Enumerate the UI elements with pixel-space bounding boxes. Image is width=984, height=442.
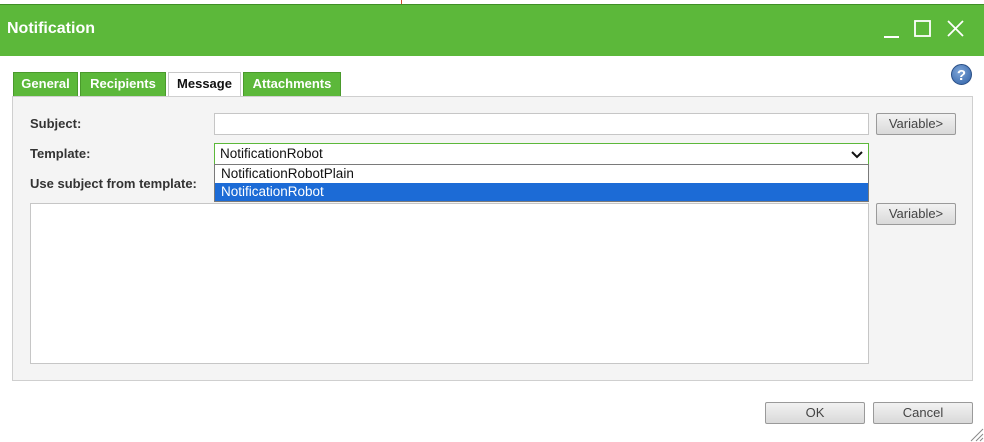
help-icon[interactable]: ? — [951, 64, 972, 85]
template-label: Template: — [30, 146, 91, 161]
template-option-selected[interactable]: NotificationRobot — [215, 183, 868, 201]
tab-attachments[interactable]: Attachments — [243, 72, 341, 96]
template-select-value: NotificationRobot — [220, 146, 323, 161]
subject-variable-button[interactable]: Variable> — [876, 113, 956, 135]
chevron-down-icon — [851, 151, 863, 159]
ok-button[interactable]: OK — [765, 402, 865, 424]
subject-label: Subject: — [30, 116, 82, 131]
maximize-button[interactable] — [911, 17, 935, 41]
body-variable-button[interactable]: Variable> — [876, 203, 956, 225]
window-title: Notification — [7, 20, 95, 37]
title-bar: Notification — [0, 4, 984, 56]
tab-message[interactable]: Message — [168, 72, 241, 97]
minimize-button[interactable] — [880, 17, 904, 41]
minimize-icon — [884, 36, 899, 38]
tab-general[interactable]: General — [13, 72, 78, 96]
close-button[interactable] — [944, 17, 968, 41]
resize-grip-icon[interactable] — [968, 426, 984, 442]
use-subject-label: Use subject from template: — [30, 176, 197, 191]
subject-input[interactable] — [214, 113, 869, 135]
template-select[interactable]: NotificationRobot — [214, 143, 869, 165]
close-icon — [947, 20, 964, 37]
cancel-button[interactable]: Cancel — [873, 402, 973, 424]
maximize-icon — [914, 20, 931, 37]
message-body-textarea[interactable] — [30, 203, 869, 364]
tab-recipients[interactable]: Recipients — [80, 72, 166, 96]
template-option[interactable]: NotificationRobotPlain — [215, 165, 868, 183]
template-dropdown-list: NotificationRobotPlain NotificationRobot — [214, 164, 869, 202]
